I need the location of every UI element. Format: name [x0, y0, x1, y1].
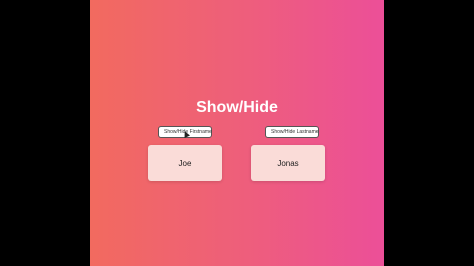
toggle-lastname-button[interactable]: Show/Hide Lastname — [265, 126, 319, 138]
lastname-card: Jonas — [251, 145, 325, 181]
page-title: Show/Hide — [196, 99, 278, 116]
firstname-card: Joe — [148, 145, 222, 181]
app-stage: Show/Hide Show/Hide Firstname Show/Hide … — [90, 0, 384, 266]
lastname-value: Jonas — [277, 158, 299, 168]
firstname-value: Joe — [178, 158, 192, 168]
